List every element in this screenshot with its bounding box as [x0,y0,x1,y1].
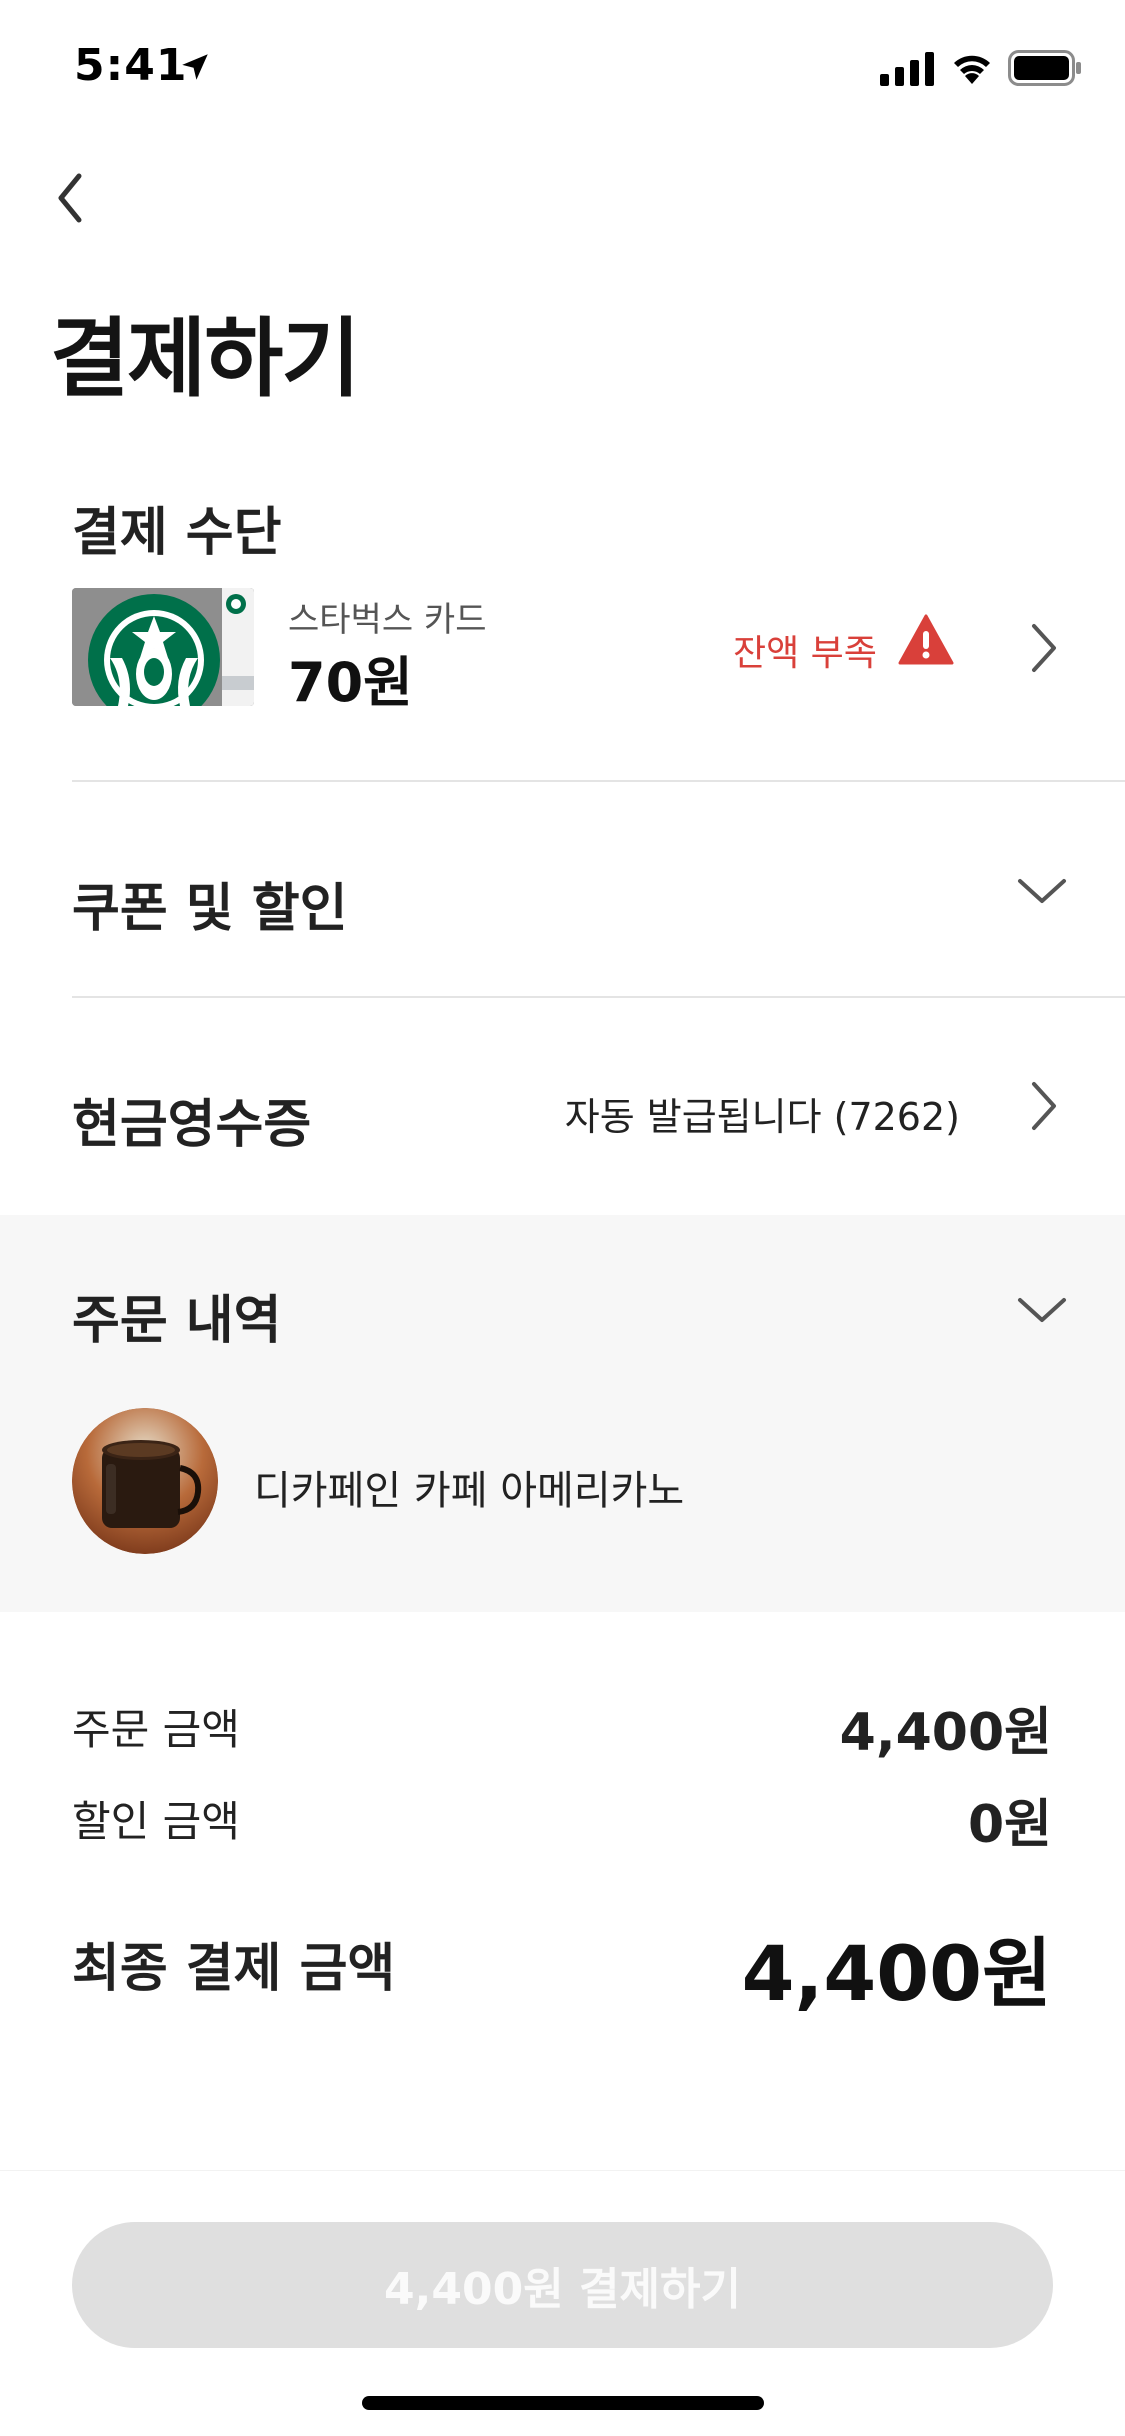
card-balance: 70원 [288,651,413,714]
order-amount-value: 4,400원 [839,1703,1052,1763]
pay-button[interactable]: 4,400원 결제하기 [72,2222,1053,2348]
divider [72,996,1125,998]
order-amount-label: 주문 금액 [72,1705,240,1754]
coupon-chevron-down-icon[interactable] [1014,873,1070,909]
insufficient-balance-label: 잔액 부족 [733,633,877,674]
battery-icon [1008,50,1081,86]
cash-receipt-value: 자동 발급됩니다 (7262) [564,1095,960,1139]
warning-triangle-icon [898,614,954,665]
payment-method-chevron-right-icon[interactable] [1024,618,1064,678]
location-arrow-icon [182,54,208,80]
signal-icon [880,52,934,86]
order-item-name: 디카페인 카페 아메리카노 [254,1468,685,1514]
card-name: 스타벅스 카드 [288,600,487,640]
divider [72,780,1125,782]
order-item-image [72,1408,218,1554]
final-payment-value: 4,400원 [741,1929,1052,2018]
cash-receipt-chevron-right-icon[interactable] [1024,1076,1064,1136]
page-title: 결제하기 [50,309,360,409]
order-history-title[interactable]: 주문 내역 [72,1278,281,1353]
cash-receipt-title[interactable]: 현금영수증 [72,1082,311,1157]
payment-method-title: 결제 수단 [72,503,282,563]
wifi-icon [954,55,990,84]
status-bar: 5:41 [0,0,1125,140]
home-indicator [362,2396,764,2410]
back-button[interactable] [40,166,100,230]
starbucks-card-image[interactable] [72,588,254,706]
order-chevron-down-icon[interactable] [1014,1292,1070,1328]
status-time: 5:41 [74,40,188,91]
final-payment-label: 최종 결제 금액 [72,1939,396,1999]
back-chevron-icon [58,173,82,223]
coupon-discount-title[interactable]: 쿠폰 및 할인 [72,866,347,941]
payment-screen: 5:41 결제하기 결제 수단 스타벅스 카드 70원 잔액 부족 쿠폰 및 할… [0,0,1125,2436]
discount-amount-label: 할인 금액 [72,1797,240,1846]
discount-amount-value: 0원 [967,1795,1052,1855]
